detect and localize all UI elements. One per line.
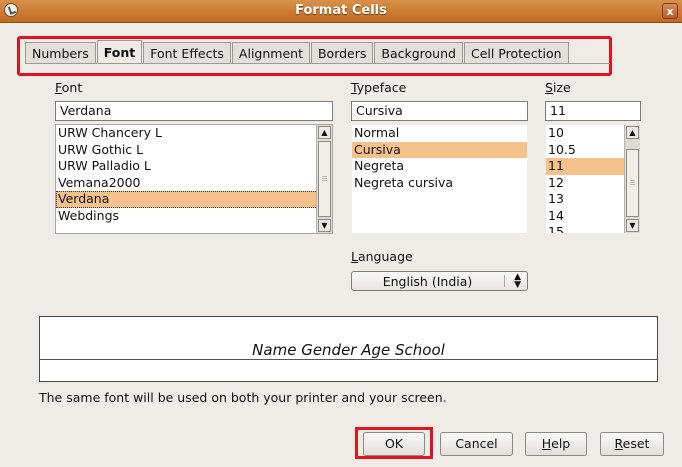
font-name-list[interactable]: URW Chancery L URW Gothic L URW Palladio… bbox=[55, 124, 333, 234]
size-list[interactable]: 10 10.5 11 12 13 14 15 ▲ ▼ bbox=[545, 124, 641, 234]
scroll-up-arrow-icon[interactable]: ▲ bbox=[626, 126, 639, 139]
tab-font-effects[interactable]: Font Effects bbox=[143, 42, 231, 64]
font-name-input[interactable]: Verdana bbox=[55, 101, 333, 121]
font-label-mnemonic: F bbox=[55, 80, 62, 95]
close-icon[interactable]: x bbox=[662, 3, 678, 19]
font-list-item[interactable]: Vemana2000 bbox=[56, 175, 332, 192]
typeface-label: Typeface bbox=[351, 80, 406, 95]
combo-separator bbox=[504, 275, 505, 287]
tab-background[interactable]: Background bbox=[374, 42, 463, 64]
preview-text-row: Name Gender Age School bbox=[40, 341, 657, 359]
reset-button-rest: eset bbox=[622, 436, 650, 451]
dialog-title: Format Cells bbox=[295, 3, 387, 18]
tab-strip: Numbers Font Font Effects Alignment Bord… bbox=[25, 40, 570, 64]
font-list-item-selected[interactable]: Verdana bbox=[56, 191, 332, 208]
updown-arrow-icon: ▲ ▼ bbox=[514, 272, 521, 290]
language-label-rest: anguage bbox=[357, 249, 413, 264]
typeface-list-item-selected[interactable]: Cursiva bbox=[352, 141, 527, 158]
tab-borders[interactable]: Borders bbox=[310, 42, 374, 64]
tab-cell-protection[interactable]: Cell Protection bbox=[463, 42, 569, 64]
help-button[interactable]: Help bbox=[525, 432, 587, 456]
language-label: Language bbox=[351, 249, 413, 264]
reset-button[interactable]: Reset bbox=[600, 432, 664, 456]
help-button-rest: elp bbox=[551, 436, 571, 451]
size-label-rest: ize bbox=[552, 80, 571, 95]
size-list-scrollbar[interactable]: ▲ ▼ bbox=[624, 125, 640, 233]
scroll-up-arrow-icon[interactable]: ▲ bbox=[318, 126, 331, 139]
size-label-mnemonic: S bbox=[545, 80, 553, 95]
typeface-list[interactable]: Normal Cursiva Negreta Negreta cursiva bbox=[351, 124, 528, 234]
font-list-item[interactable]: URW Palladio L bbox=[56, 158, 332, 175]
scroll-down-arrow-icon[interactable]: ▼ bbox=[626, 219, 639, 232]
font-info-note: The same font will be used on both your … bbox=[39, 390, 447, 405]
size-label: Size bbox=[545, 80, 571, 95]
ok-annotation-highlight bbox=[355, 427, 433, 459]
tab-panel-border bbox=[25, 63, 610, 64]
format-cells-dialog: Format Cells x Numbers Font Font Effects… bbox=[0, 0, 682, 467]
language-select-value: English (India) bbox=[382, 274, 473, 289]
scroll-down-arrow-icon[interactable]: ▼ bbox=[318, 219, 331, 232]
preview-baseline bbox=[40, 359, 657, 360]
font-preview: Name Gender Age School bbox=[39, 316, 658, 382]
size-input[interactable]: 11 bbox=[545, 101, 641, 121]
title-bar[interactable]: Format Cells x bbox=[0, 0, 682, 23]
tab-font[interactable]: Font bbox=[96, 40, 143, 64]
font-list-item[interactable]: URW Gothic L bbox=[56, 142, 332, 159]
language-select[interactable]: English (India) ▲ ▼ bbox=[351, 271, 528, 291]
language-label-mnemonic: L bbox=[351, 249, 358, 264]
font-label: Font bbox=[55, 80, 82, 95]
cancel-button[interactable]: Cancel bbox=[440, 432, 513, 456]
preview-text: Name Gender Age School bbox=[250, 341, 447, 359]
typeface-list-item[interactable]: Negreta bbox=[352, 158, 527, 175]
reset-button-mnemonic: R bbox=[614, 436, 623, 451]
tab-numbers[interactable]: Numbers bbox=[25, 42, 96, 64]
typeface-list-item[interactable]: Negreta cursiva bbox=[352, 175, 527, 192]
font-list-item[interactable]: URW Chancery L bbox=[56, 125, 332, 142]
help-button-mnemonic: H bbox=[541, 436, 552, 451]
font-list-item[interactable]: Webdings bbox=[56, 208, 332, 225]
scrollbar-thumb[interactable] bbox=[318, 141, 331, 217]
font-list-scrollbar[interactable]: ▲ ▼ bbox=[316, 125, 332, 233]
typeface-label-rest: ypeface bbox=[356, 80, 407, 95]
tab-alignment[interactable]: Alignment bbox=[231, 42, 310, 64]
scrollbar-thumb[interactable] bbox=[626, 149, 639, 217]
font-label-rest: ont bbox=[61, 80, 83, 95]
typeface-list-item[interactable]: Normal bbox=[352, 125, 527, 142]
typeface-input[interactable]: Cursiva bbox=[351, 101, 528, 121]
